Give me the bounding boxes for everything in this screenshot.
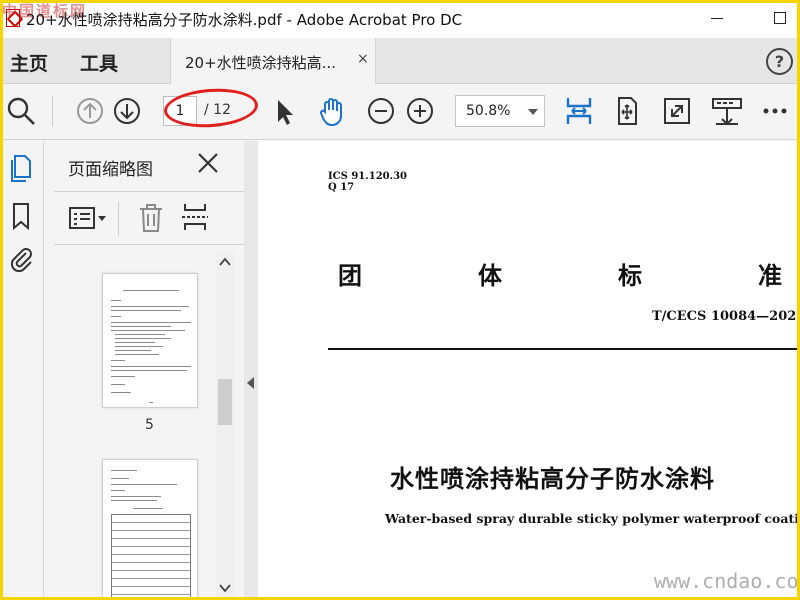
standard-type-char: 准 xyxy=(758,262,782,290)
help-icon[interactable]: ? xyxy=(766,48,793,75)
scroll-down-icon[interactable] xyxy=(218,583,232,593)
window-title: 20+水性喷涂持粘高分子防水涂料.pdf - Adobe Acrobat Pro… xyxy=(26,11,463,29)
page-thumbnails-icon[interactable] xyxy=(6,153,36,183)
fullscreen-icon[interactable] xyxy=(660,94,694,128)
thumbnail-page-number: 5 xyxy=(145,417,154,433)
tools-divider xyxy=(118,202,119,236)
fit-page-icon[interactable] xyxy=(610,94,644,128)
scroll-up-icon[interactable] xyxy=(218,257,232,267)
minimize-icon xyxy=(711,17,723,19)
thumbnail-page-6[interactable] xyxy=(102,459,198,600)
tab-bar: 主页 工具 20+水性喷涂持粘高... × ? xyxy=(0,38,800,84)
select-arrow-icon[interactable] xyxy=(268,94,302,128)
tab-tools[interactable]: 工具 xyxy=(80,49,118,76)
extract-pages-icon[interactable] xyxy=(180,200,210,236)
thumbnail-tools xyxy=(54,191,244,245)
chevron-down-icon xyxy=(528,109,538,115)
collapse-left-icon xyxy=(247,377,254,389)
bookmark-icon[interactable] xyxy=(6,201,36,231)
panel-collapse-handle[interactable] xyxy=(244,141,258,600)
scrollbar-thumb[interactable] xyxy=(218,379,232,425)
document-title-cn: 水性喷涂持粘高分子防水涂料 xyxy=(390,465,715,493)
page-down-icon[interactable] xyxy=(110,94,144,128)
toolbar: 1 / 12 50.8% xyxy=(0,84,800,140)
ics-code: ICS 91.120.30 xyxy=(328,171,408,182)
thumbnails-panel: 页面缩略图 5 xyxy=(44,141,244,600)
classification-code: Q 17 xyxy=(328,182,355,193)
maximize-icon xyxy=(774,12,786,24)
thumbnail-page-5[interactable] xyxy=(102,273,198,408)
toolbar-divider xyxy=(52,96,53,126)
fit-width-icon[interactable] xyxy=(562,94,596,128)
document-viewport[interactable]: ICS 91.120.30 Q 17 团 体 标 准 T/CECS 10084—… xyxy=(258,141,800,600)
panel-title: 页面缩略图 xyxy=(68,160,153,180)
close-panel-icon[interactable] xyxy=(196,151,220,175)
maximize-button[interactable] xyxy=(757,4,800,32)
pdf-page: ICS 91.120.30 Q 17 团 体 标 准 T/CECS 10084—… xyxy=(258,141,800,600)
read-mode-icon[interactable] xyxy=(710,94,744,128)
document-tab-label: 20+水性喷涂持粘高... xyxy=(185,54,336,72)
standard-type-char: 团 xyxy=(338,262,362,290)
minimize-button[interactable] xyxy=(694,4,740,32)
thumbnail-scrollbar[interactable] xyxy=(216,251,234,600)
tab-home[interactable]: 主页 xyxy=(10,49,48,76)
zoom-in-icon[interactable] xyxy=(403,94,437,128)
standard-code: T/CECS 10084—2020 xyxy=(652,309,800,324)
watermark-bottom: www.cndao.com xyxy=(654,569,800,593)
zoom-value: 50.8% xyxy=(466,103,511,119)
thumbnail-table xyxy=(111,514,191,598)
header-rule xyxy=(328,348,800,350)
standard-type-char: 标 xyxy=(618,262,642,290)
more-icon[interactable] xyxy=(758,94,792,128)
title-bar: 中国道标网 20+水性喷涂持粘高分子防水涂料.pdf - Adobe Acrob… xyxy=(0,0,800,38)
trash-icon[interactable] xyxy=(136,202,166,234)
close-tab-icon[interactable]: × xyxy=(357,51,369,67)
standard-type-char: 体 xyxy=(478,262,502,290)
tab-document[interactable]: 20+水性喷涂持粘高... × xyxy=(170,38,376,84)
navigation-strip xyxy=(0,141,44,600)
page-up-icon[interactable] xyxy=(73,94,107,128)
search-icon[interactable] xyxy=(4,94,38,128)
hand-tool-icon[interactable] xyxy=(316,94,350,128)
attachment-icon[interactable] xyxy=(6,243,36,273)
zoom-out-icon[interactable] xyxy=(364,94,398,128)
document-title-en: Water-based spray durable sticky polymer… xyxy=(385,511,800,526)
thumbnail-options-icon[interactable] xyxy=(68,204,108,234)
zoom-dropdown[interactable]: 50.8% xyxy=(455,95,545,127)
